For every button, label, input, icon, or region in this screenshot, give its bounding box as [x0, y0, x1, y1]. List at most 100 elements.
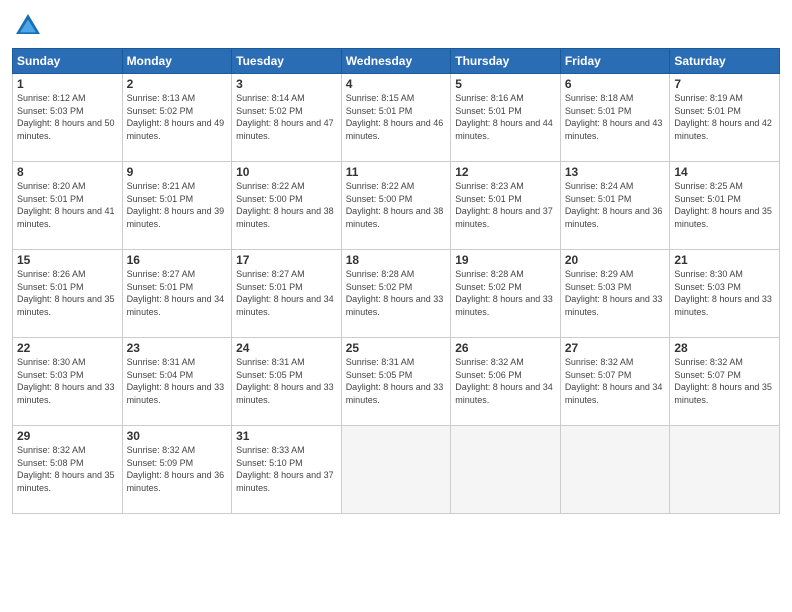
table-row: 1Sunrise: 8:12 AMSunset: 5:03 PMDaylight… [13, 74, 123, 162]
day-number: 23 [127, 341, 228, 355]
table-row: 2Sunrise: 8:13 AMSunset: 5:02 PMDaylight… [122, 74, 232, 162]
day-info: Sunrise: 8:31 AMSunset: 5:05 PMDaylight:… [346, 356, 447, 406]
day-info: Sunrise: 8:30 AMSunset: 5:03 PMDaylight:… [674, 268, 775, 318]
day-info: Sunrise: 8:31 AMSunset: 5:04 PMDaylight:… [127, 356, 228, 406]
header-monday: Monday [122, 49, 232, 74]
day-info: Sunrise: 8:15 AMSunset: 5:01 PMDaylight:… [346, 92, 447, 142]
day-info: Sunrise: 8:12 AMSunset: 5:03 PMDaylight:… [17, 92, 118, 142]
day-info: Sunrise: 8:13 AMSunset: 5:02 PMDaylight:… [127, 92, 228, 142]
table-row: 31Sunrise: 8:33 AMSunset: 5:10 PMDayligh… [232, 426, 342, 514]
day-info: Sunrise: 8:22 AMSunset: 5:00 PMDaylight:… [236, 180, 337, 230]
table-row [560, 426, 670, 514]
calendar-row: 15Sunrise: 8:26 AMSunset: 5:01 PMDayligh… [13, 250, 780, 338]
day-number: 11 [346, 165, 447, 179]
day-number: 2 [127, 77, 228, 91]
day-number: 7 [674, 77, 775, 91]
calendar-row: 22Sunrise: 8:30 AMSunset: 5:03 PMDayligh… [13, 338, 780, 426]
weekday-header-row: Sunday Monday Tuesday Wednesday Thursday… [13, 49, 780, 74]
day-info: Sunrise: 8:32 AMSunset: 5:07 PMDaylight:… [674, 356, 775, 406]
day-info: Sunrise: 8:32 AMSunset: 5:09 PMDaylight:… [127, 444, 228, 494]
day-number: 12 [455, 165, 556, 179]
table-row: 9Sunrise: 8:21 AMSunset: 5:01 PMDaylight… [122, 162, 232, 250]
day-number: 24 [236, 341, 337, 355]
day-info: Sunrise: 8:32 AMSunset: 5:08 PMDaylight:… [17, 444, 118, 494]
day-info: Sunrise: 8:19 AMSunset: 5:01 PMDaylight:… [674, 92, 775, 142]
table-row [670, 426, 780, 514]
day-number: 22 [17, 341, 118, 355]
day-number: 14 [674, 165, 775, 179]
table-row: 14Sunrise: 8:25 AMSunset: 5:01 PMDayligh… [670, 162, 780, 250]
day-info: Sunrise: 8:21 AMSunset: 5:01 PMDaylight:… [127, 180, 228, 230]
day-number: 30 [127, 429, 228, 443]
table-row: 12Sunrise: 8:23 AMSunset: 5:01 PMDayligh… [451, 162, 561, 250]
day-number: 20 [565, 253, 666, 267]
table-row: 24Sunrise: 8:31 AMSunset: 5:05 PMDayligh… [232, 338, 342, 426]
header-wednesday: Wednesday [341, 49, 451, 74]
day-number: 19 [455, 253, 556, 267]
table-row: 30Sunrise: 8:32 AMSunset: 5:09 PMDayligh… [122, 426, 232, 514]
day-info: Sunrise: 8:22 AMSunset: 5:00 PMDaylight:… [346, 180, 447, 230]
header-tuesday: Tuesday [232, 49, 342, 74]
day-number: 1 [17, 77, 118, 91]
day-info: Sunrise: 8:24 AMSunset: 5:01 PMDaylight:… [565, 180, 666, 230]
day-info: Sunrise: 8:28 AMSunset: 5:02 PMDaylight:… [455, 268, 556, 318]
page-header [12, 10, 780, 42]
day-number: 4 [346, 77, 447, 91]
calendar-row: 1Sunrise: 8:12 AMSunset: 5:03 PMDaylight… [13, 74, 780, 162]
table-row [451, 426, 561, 514]
table-row: 3Sunrise: 8:14 AMSunset: 5:02 PMDaylight… [232, 74, 342, 162]
table-row: 16Sunrise: 8:27 AMSunset: 5:01 PMDayligh… [122, 250, 232, 338]
day-number: 27 [565, 341, 666, 355]
day-number: 28 [674, 341, 775, 355]
logo-icon [12, 10, 44, 42]
day-number: 3 [236, 77, 337, 91]
table-row: 5Sunrise: 8:16 AMSunset: 5:01 PMDaylight… [451, 74, 561, 162]
day-number: 26 [455, 341, 556, 355]
table-row: 13Sunrise: 8:24 AMSunset: 5:01 PMDayligh… [560, 162, 670, 250]
day-number: 13 [565, 165, 666, 179]
day-info: Sunrise: 8:33 AMSunset: 5:10 PMDaylight:… [236, 444, 337, 494]
table-row: 6Sunrise: 8:18 AMSunset: 5:01 PMDaylight… [560, 74, 670, 162]
table-row: 17Sunrise: 8:27 AMSunset: 5:01 PMDayligh… [232, 250, 342, 338]
day-number: 21 [674, 253, 775, 267]
day-info: Sunrise: 8:16 AMSunset: 5:01 PMDaylight:… [455, 92, 556, 142]
day-number: 9 [127, 165, 228, 179]
table-row: 21Sunrise: 8:30 AMSunset: 5:03 PMDayligh… [670, 250, 780, 338]
calendar-row: 29Sunrise: 8:32 AMSunset: 5:08 PMDayligh… [13, 426, 780, 514]
day-info: Sunrise: 8:25 AMSunset: 5:01 PMDaylight:… [674, 180, 775, 230]
day-number: 16 [127, 253, 228, 267]
header-friday: Friday [560, 49, 670, 74]
table-row: 15Sunrise: 8:26 AMSunset: 5:01 PMDayligh… [13, 250, 123, 338]
table-row: 23Sunrise: 8:31 AMSunset: 5:04 PMDayligh… [122, 338, 232, 426]
header-sunday: Sunday [13, 49, 123, 74]
table-row: 27Sunrise: 8:32 AMSunset: 5:07 PMDayligh… [560, 338, 670, 426]
table-row: 18Sunrise: 8:28 AMSunset: 5:02 PMDayligh… [341, 250, 451, 338]
day-number: 15 [17, 253, 118, 267]
table-row: 20Sunrise: 8:29 AMSunset: 5:03 PMDayligh… [560, 250, 670, 338]
day-number: 29 [17, 429, 118, 443]
day-info: Sunrise: 8:23 AMSunset: 5:01 PMDaylight:… [455, 180, 556, 230]
day-number: 25 [346, 341, 447, 355]
table-row: 26Sunrise: 8:32 AMSunset: 5:06 PMDayligh… [451, 338, 561, 426]
table-row: 7Sunrise: 8:19 AMSunset: 5:01 PMDaylight… [670, 74, 780, 162]
day-number: 31 [236, 429, 337, 443]
table-row: 22Sunrise: 8:30 AMSunset: 5:03 PMDayligh… [13, 338, 123, 426]
day-info: Sunrise: 8:30 AMSunset: 5:03 PMDaylight:… [17, 356, 118, 406]
day-info: Sunrise: 8:32 AMSunset: 5:07 PMDaylight:… [565, 356, 666, 406]
day-number: 10 [236, 165, 337, 179]
logo [12, 10, 48, 42]
day-info: Sunrise: 8:26 AMSunset: 5:01 PMDaylight:… [17, 268, 118, 318]
day-number: 8 [17, 165, 118, 179]
day-info: Sunrise: 8:31 AMSunset: 5:05 PMDaylight:… [236, 356, 337, 406]
table-row: 8Sunrise: 8:20 AMSunset: 5:01 PMDaylight… [13, 162, 123, 250]
table-row [341, 426, 451, 514]
day-number: 18 [346, 253, 447, 267]
day-info: Sunrise: 8:20 AMSunset: 5:01 PMDaylight:… [17, 180, 118, 230]
table-row: 28Sunrise: 8:32 AMSunset: 5:07 PMDayligh… [670, 338, 780, 426]
day-info: Sunrise: 8:29 AMSunset: 5:03 PMDaylight:… [565, 268, 666, 318]
header-thursday: Thursday [451, 49, 561, 74]
day-number: 6 [565, 77, 666, 91]
day-info: Sunrise: 8:18 AMSunset: 5:01 PMDaylight:… [565, 92, 666, 142]
day-info: Sunrise: 8:28 AMSunset: 5:02 PMDaylight:… [346, 268, 447, 318]
table-row: 10Sunrise: 8:22 AMSunset: 5:00 PMDayligh… [232, 162, 342, 250]
